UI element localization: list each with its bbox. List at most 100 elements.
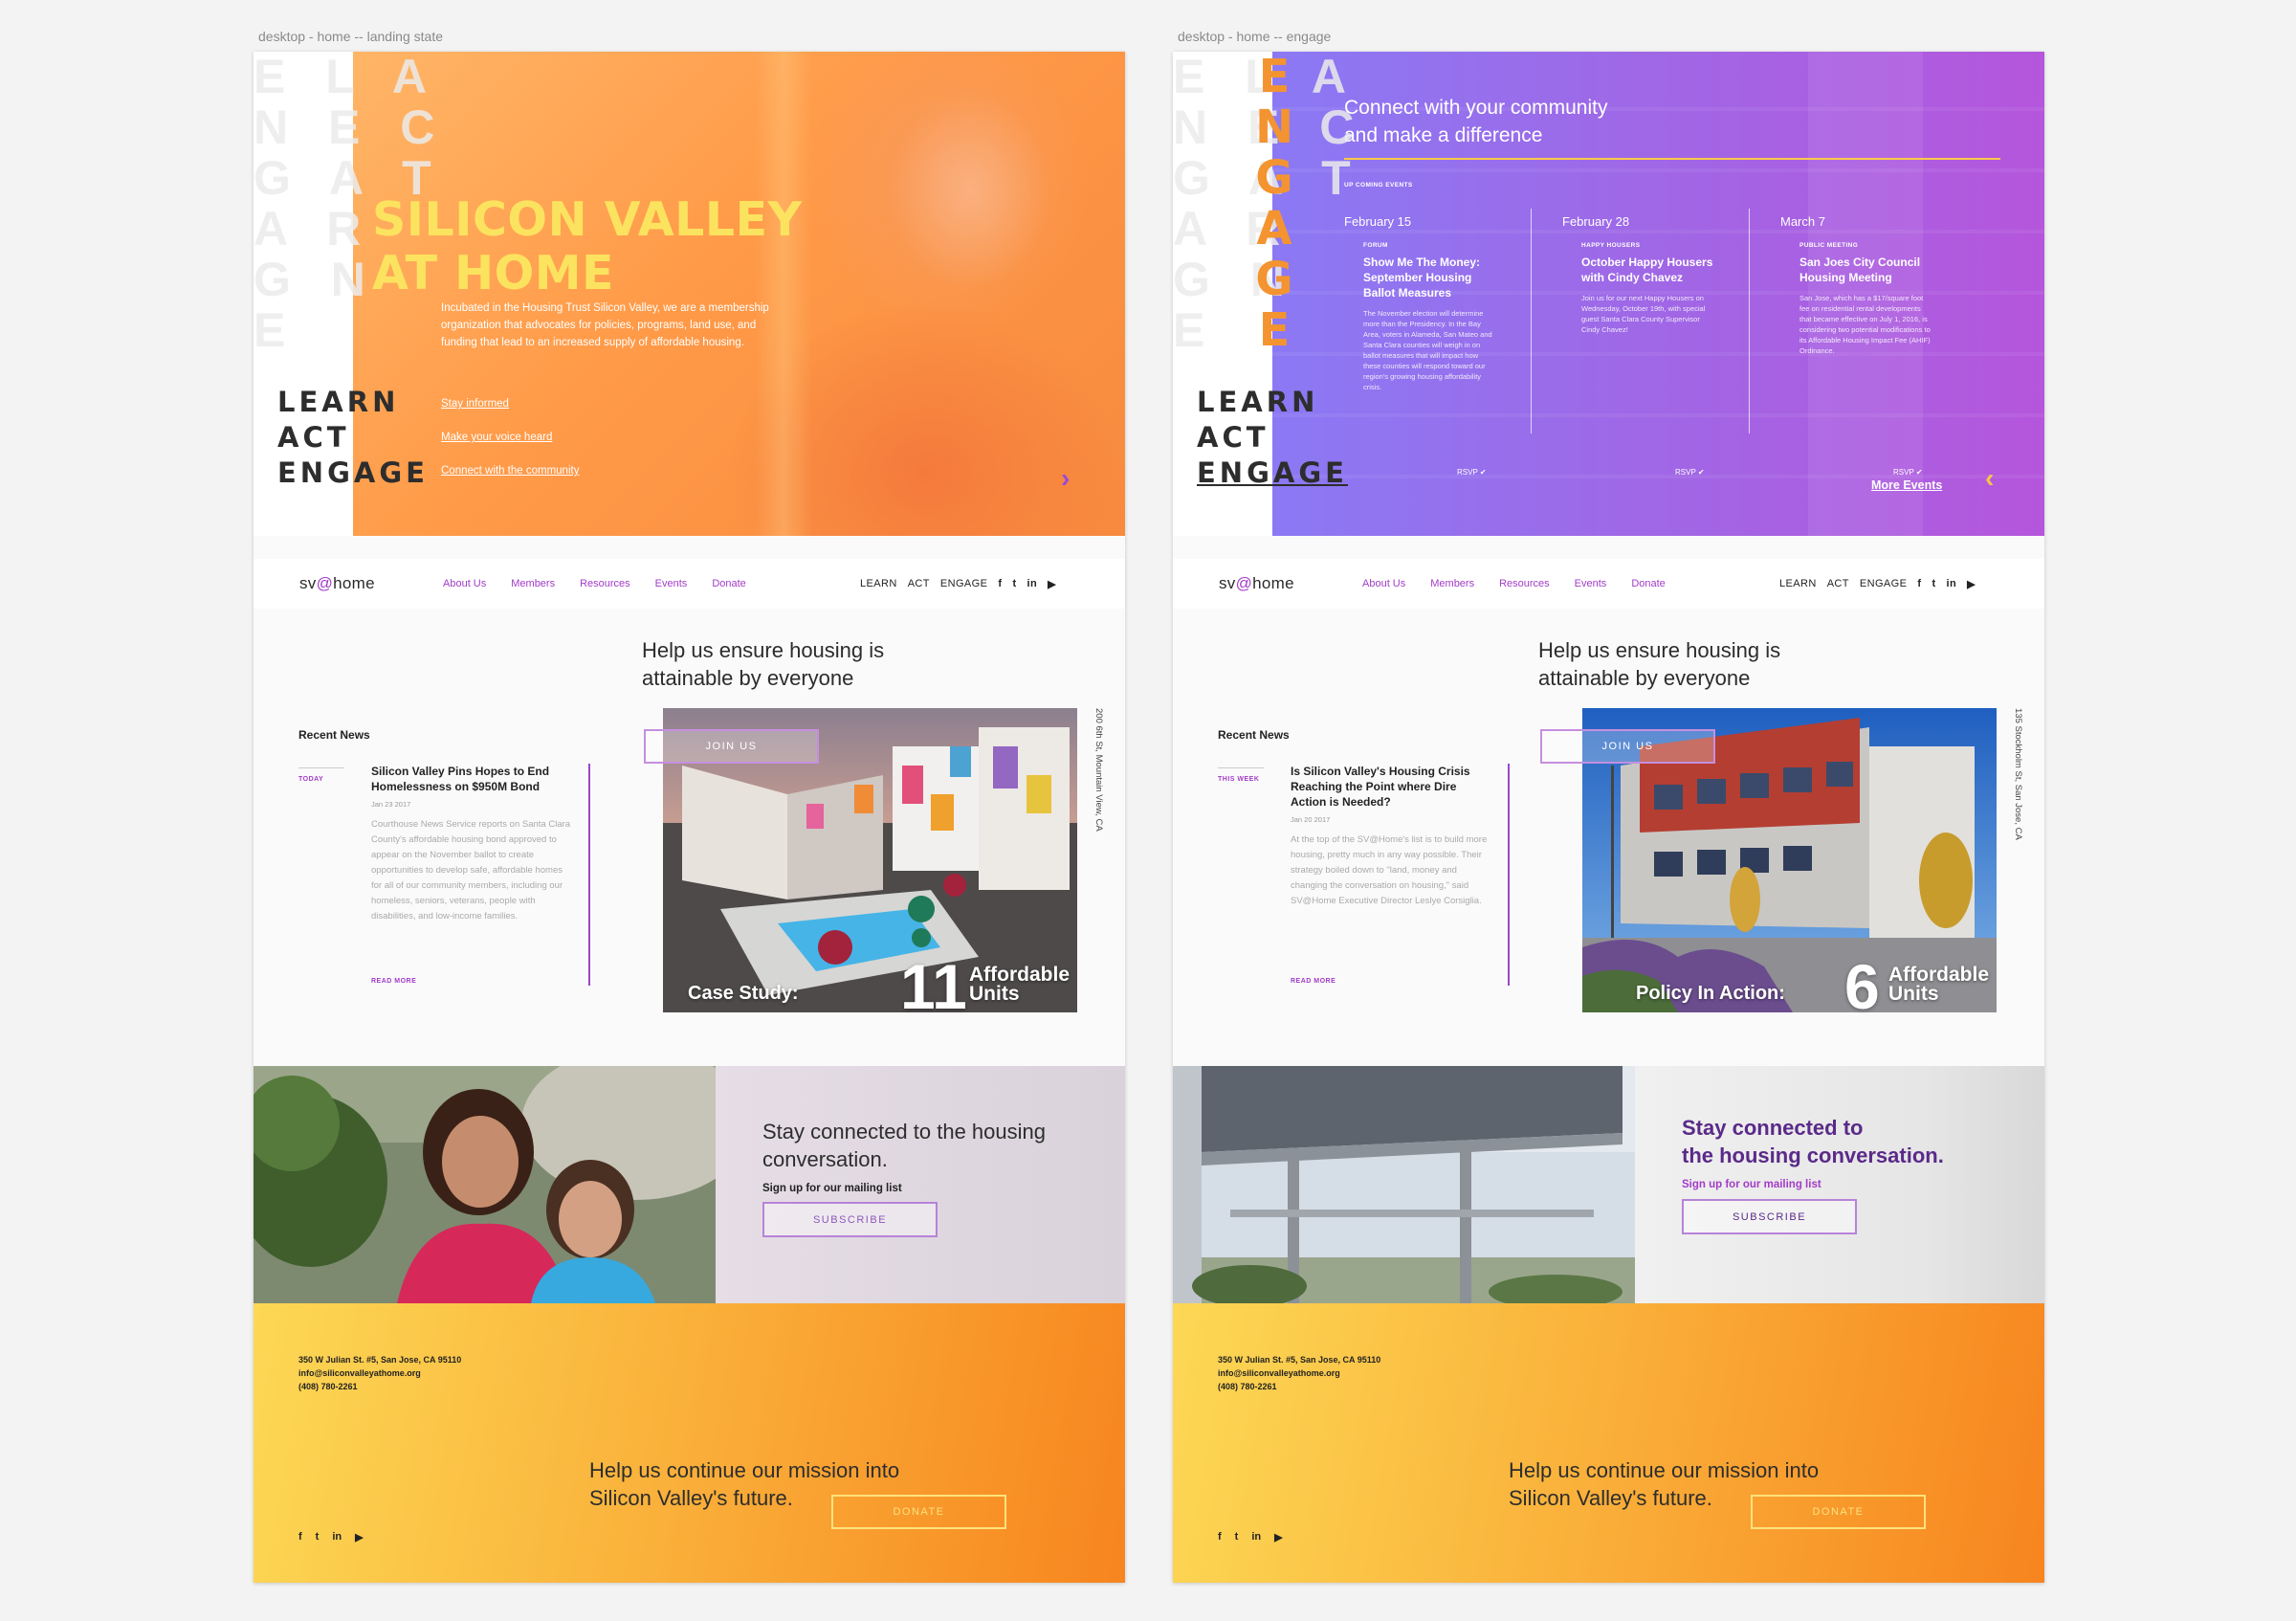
stay-heading: Stay connected to the housing conversatio…: [762, 1120, 1046, 1171]
nav-events[interactable]: Events: [1575, 578, 1607, 589]
artboard-label-engage: desktop - home -- engage: [1178, 29, 1332, 44]
hero: SILICON VALLEY AT HOME Incubated in the …: [254, 52, 1125, 536]
read-more-link[interactable]: READ MORE: [371, 978, 416, 985]
news-tag: TODAY: [298, 776, 324, 783]
artboard-landing: SILICON VALLEY AT HOME Incubated in the …: [254, 52, 1125, 1583]
facebook-icon[interactable]: f: [1218, 1531, 1222, 1543]
nav-act[interactable]: ACT: [1827, 578, 1849, 589]
youtube-icon[interactable]: ▶: [1967, 578, 1976, 590]
subscribe-button[interactable]: SUBSCRIBE: [1682, 1199, 1857, 1234]
nav-resources[interactable]: Resources: [1499, 578, 1550, 589]
subscribe-button[interactable]: SUBSCRIBE: [762, 1202, 938, 1237]
learn-act-engage: LEARN ACT ENGAGE: [277, 385, 429, 491]
stay-heading: Stay connected to the housing conversatio…: [1682, 1116, 1944, 1167]
event-card[interactable]: March 7 PUBLIC MEETING San Joes City Cou…: [1780, 214, 1981, 497]
more-events-link[interactable]: More Events: [1871, 478, 1942, 492]
footer-social: f t in ▶: [298, 1531, 364, 1543]
nav-about-us[interactable]: About Us: [1362, 578, 1405, 589]
hero-links: Stay informed Make your voice heard Conn…: [441, 398, 579, 499]
rsvp-link[interactable]: RSVP ✔: [1675, 468, 1705, 477]
nav-members[interactable]: Members: [511, 578, 555, 589]
hero-intro: Incubated in the Housing Trust Silicon V…: [441, 302, 769, 348]
youtube-icon[interactable]: ▶: [355, 1531, 363, 1543]
news-title[interactable]: Is Silicon Valley's Housing Crisis Reach…: [1291, 764, 1482, 810]
nav-donate[interactable]: Donate: [1631, 578, 1665, 589]
nav-members[interactable]: Members: [1430, 578, 1474, 589]
feature-address: 200 6th St, Mountain View, CA: [1093, 708, 1104, 832]
donate-button[interactable]: DONATE: [831, 1495, 1006, 1529]
link-connect-community[interactable]: Connect with the community: [441, 465, 579, 477]
feature-caption: Policy In Action:: [1636, 983, 1785, 1004]
rsvp-link[interactable]: RSVP ✔: [1457, 468, 1487, 477]
news-date: Jan 20 2017: [1291, 815, 1331, 824]
stay-subtext: Sign up for our mailing list: [762, 1183, 902, 1194]
rsvp-link[interactable]: RSVP ✔: [1893, 468, 1923, 477]
nav-donate[interactable]: Donate: [712, 578, 745, 589]
ghost-letters: E L A N E C G A T A R G N E: [254, 52, 434, 357]
twitter-icon[interactable]: t: [1932, 578, 1935, 589]
nav-events[interactable]: Events: [655, 578, 688, 589]
lae-engage[interactable]: ENGAGE: [1197, 455, 1348, 491]
facebook-icon[interactable]: f: [298, 1531, 302, 1543]
feature-unit-label: Affordable Units: [1888, 964, 1989, 1005]
hero-title: SILICON VALLEY AT HOME: [372, 192, 803, 300]
footer-contact: 350 W Julian St. #5, San Jose, CA 95110 i…: [298, 1355, 462, 1391]
lae-act[interactable]: ACT: [1197, 420, 1348, 455]
main-nav: sv@home About Us Members Resources Event…: [1173, 559, 2044, 609]
connect-heading: Connect with your community and make a di…: [1344, 97, 1608, 146]
donate-button[interactable]: DONATE: [1751, 1495, 1926, 1529]
news-date: Jan 23 2017: [371, 800, 411, 809]
nav-engage[interactable]: ENGAGE: [1860, 578, 1907, 589]
nav-engage[interactable]: ENGAGE: [940, 578, 987, 589]
lae-learn[interactable]: LEARN: [1197, 385, 1348, 420]
nav-learn[interactable]: LEARN: [1779, 578, 1817, 589]
facebook-icon[interactable]: f: [998, 578, 1002, 589]
linkedin-icon[interactable]: in: [1947, 578, 1957, 589]
feature-address: 135 Stockholm St, San Jose, CA: [2013, 708, 2023, 840]
stay-photo: [254, 1066, 716, 1303]
facebook-icon[interactable]: f: [1917, 578, 1921, 589]
logo[interactable]: sv@home: [1219, 574, 1294, 593]
twitter-icon[interactable]: t: [1012, 578, 1016, 589]
feature-number: 11: [900, 951, 967, 1022]
youtube-icon[interactable]: ▶: [1048, 578, 1056, 590]
event-card[interactable]: February 28 HAPPY HOUSERS October Happy …: [1562, 209, 1763, 497]
logo[interactable]: sv@home: [299, 574, 375, 593]
recent-news-heading: Recent News: [1218, 728, 1290, 742]
chevron-left-icon[interactable]: ‹: [1985, 463, 1994, 494]
link-stay-informed[interactable]: Stay informed: [441, 398, 579, 410]
read-more-link[interactable]: READ MORE: [1291, 978, 1336, 985]
linkedin-icon[interactable]: in: [1027, 578, 1038, 589]
footer-social: f t in ▶: [1218, 1531, 1283, 1543]
stay-photo: [1173, 1066, 1635, 1303]
stay-subtext: Sign up for our mailing list: [1682, 1179, 1821, 1190]
nav-act[interactable]: ACT: [908, 578, 930, 589]
lae-act[interactable]: ACT: [277, 420, 429, 455]
help-heading: Help us ensure housing is attainable by e…: [642, 638, 885, 690]
news-title[interactable]: Silicon Valley Pins Hopes to End Homeles…: [371, 764, 563, 794]
artboard-engage: Connect with your community and make a di…: [1173, 52, 2044, 1583]
linkedin-icon[interactable]: in: [332, 1531, 342, 1543]
stay-text-panel: Stay connected to the housing conversatio…: [1635, 1066, 2044, 1303]
footer-contact: 350 W Julian St. #5, San Jose, CA 95110 i…: [1218, 1355, 1381, 1391]
artboard-label-landing: desktop - home -- landing state: [258, 29, 443, 44]
link-make-voice-heard[interactable]: Make your voice heard: [441, 432, 579, 443]
twitter-icon[interactable]: t: [316, 1531, 320, 1543]
join-us-button[interactable]: JOIN US: [1540, 729, 1715, 764]
nav-learn[interactable]: LEARN: [860, 578, 897, 589]
event-card[interactable]: February 15 FORUM Show Me The Money: Sep…: [1344, 209, 1545, 497]
news-body: Courthouse News Service reports on Santa…: [371, 819, 571, 922]
news-body: At the top of the SV@Home's list is to b…: [1291, 834, 1488, 906]
nav-about-us[interactable]: About Us: [443, 578, 486, 589]
engage-vertical-letters: ENGAGE: [1255, 52, 1294, 357]
join-us-button[interactable]: JOIN US: [644, 729, 819, 764]
linkedin-icon[interactable]: in: [1251, 1531, 1261, 1543]
lae-engage[interactable]: ENGAGE: [277, 455, 429, 491]
twitter-icon[interactable]: t: [1235, 1531, 1239, 1543]
lae-learn[interactable]: LEARN: [277, 385, 429, 420]
footer: 350 W Julian St. #5, San Jose, CA 95110 i…: [1173, 1303, 2044, 1583]
stay-connected-section: Stay connected to the housing conversatio…: [254, 1066, 1125, 1303]
chevron-right-icon[interactable]: ›: [1061, 463, 1070, 494]
youtube-icon[interactable]: ▶: [1274, 1531, 1282, 1543]
nav-resources[interactable]: Resources: [580, 578, 630, 589]
